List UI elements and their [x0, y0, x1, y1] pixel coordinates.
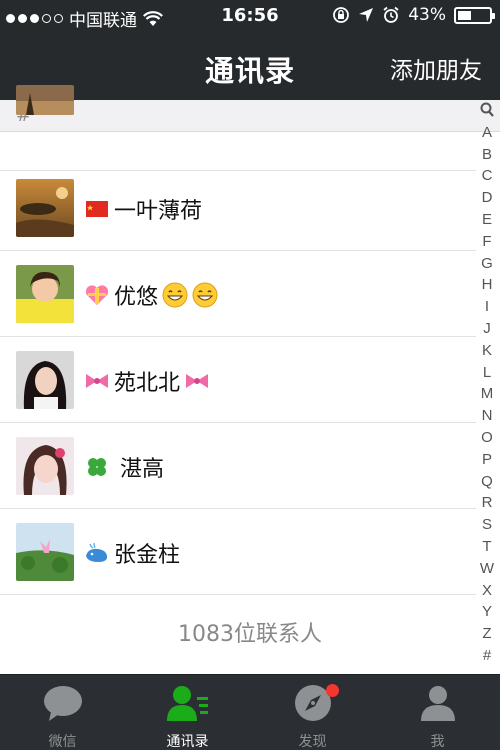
index-letter[interactable]: O	[479, 429, 495, 446]
index-letter[interactable]: E	[479, 211, 495, 228]
list-item[interactable]	[0, 85, 476, 171]
tab-bar: 微信 通讯录 发现 我	[0, 674, 500, 750]
chat-bubble-icon	[44, 686, 82, 721]
contact-name: 湛高	[120, 457, 165, 482]
contact-name-row: 苑北北	[84, 365, 210, 397]
gift-heart-emoji-icon	[85, 285, 109, 305]
contact-name: 一叶薄荷	[114, 199, 203, 224]
grin-emoji-icon	[192, 282, 218, 308]
tab-me[interactable]: 我	[375, 675, 500, 750]
index-letter[interactable]: W	[479, 560, 495, 577]
alarm-icon	[383, 6, 399, 23]
list-item[interactable]: 优悠	[0, 251, 476, 337]
list-item[interactable]: 张金柱	[0, 509, 476, 595]
index-letter[interactable]: Y	[479, 603, 495, 620]
index-letter[interactable]: #	[479, 647, 495, 664]
index-letter[interactable]: C	[479, 167, 495, 184]
contacts-icon	[167, 686, 208, 721]
contact-name-row: 张金柱	[84, 537, 180, 569]
contact-name-row: 一叶薄荷	[84, 193, 202, 225]
contact-count: 1083位联系人	[178, 622, 322, 647]
ribbon-emoji-icon	[86, 374, 108, 388]
battery-level	[458, 10, 471, 20]
avatar	[16, 179, 74, 237]
list-item[interactable]: 湛高	[0, 423, 476, 509]
contact-name: 苑北北	[114, 371, 181, 396]
index-letter[interactable]: Q	[479, 473, 495, 490]
index-letter[interactable]: L	[479, 364, 495, 381]
location-arrow-icon	[359, 8, 374, 22]
index-letter[interactable]: J	[479, 320, 495, 337]
index-letter[interactable]: B	[479, 146, 495, 163]
index-search-icon[interactable]	[479, 102, 495, 122]
list-item[interactable]: 苑北北	[0, 337, 476, 423]
index-letter[interactable]: Z	[479, 625, 495, 642]
contact-name: 优悠	[114, 285, 159, 310]
tab-label: 通讯录	[166, 734, 209, 750]
battery-percent: 43%	[408, 5, 446, 25]
ribbon-emoji-icon	[186, 374, 209, 388]
tab-label: 发现	[298, 734, 327, 750]
contact-name-row: 优悠	[84, 279, 218, 311]
index-letter[interactable]: R	[479, 494, 495, 511]
grin-emoji-icon	[162, 282, 188, 308]
index-letter[interactable]: H	[479, 276, 495, 293]
index-letter[interactable]: M	[479, 385, 495, 402]
avatar	[16, 437, 74, 495]
tab-chats[interactable]: 微信	[0, 675, 125, 750]
index-letter[interactable]: N	[479, 407, 495, 424]
index-letter[interactable]: D	[479, 189, 495, 206]
battery-icon	[454, 6, 495, 24]
index-letter[interactable]: A	[479, 124, 495, 141]
index-letter[interactable]: T	[479, 538, 495, 555]
index-letter[interactable]: X	[479, 582, 495, 599]
alphabet-index[interactable]: A B C D E F G H I J K L M N O P Q R S T W X Y Z #	[476, 102, 500, 674]
clover-emoji-icon	[88, 458, 106, 476]
notification-badge	[326, 684, 339, 697]
rotation-lock-icon	[333, 7, 350, 23]
tab-label: 我	[430, 734, 445, 750]
tab-label: 微信	[48, 734, 77, 750]
list-item[interactable]: 一叶薄荷	[0, 165, 476, 251]
contact-name-row: 湛高	[84, 451, 164, 483]
avatar	[16, 265, 74, 323]
status-bar-right: 43%	[332, 5, 495, 25]
tab-contacts[interactable]: 通讯录	[125, 675, 250, 750]
person-icon	[421, 686, 455, 721]
index-letter[interactable]: G	[479, 255, 495, 272]
index-letter[interactable]: P	[479, 451, 495, 468]
avatar	[16, 85, 74, 115]
flag-emoji-icon	[86, 201, 108, 217]
tab-discover[interactable]: 发现	[250, 675, 375, 750]
index-letter[interactable]: S	[479, 516, 495, 533]
index-letter[interactable]: F	[479, 233, 495, 250]
avatar	[16, 351, 74, 409]
avatar	[16, 523, 74, 581]
add-friend-button[interactable]: 添加朋友	[390, 51, 482, 85]
index-letter[interactable]: K	[479, 342, 495, 359]
whale-emoji-icon	[86, 542, 108, 562]
status-bar: 中国联通 16:56 43%	[0, 0, 500, 32]
index-letter[interactable]: I	[479, 298, 495, 315]
contact-name: 张金柱	[114, 543, 181, 568]
